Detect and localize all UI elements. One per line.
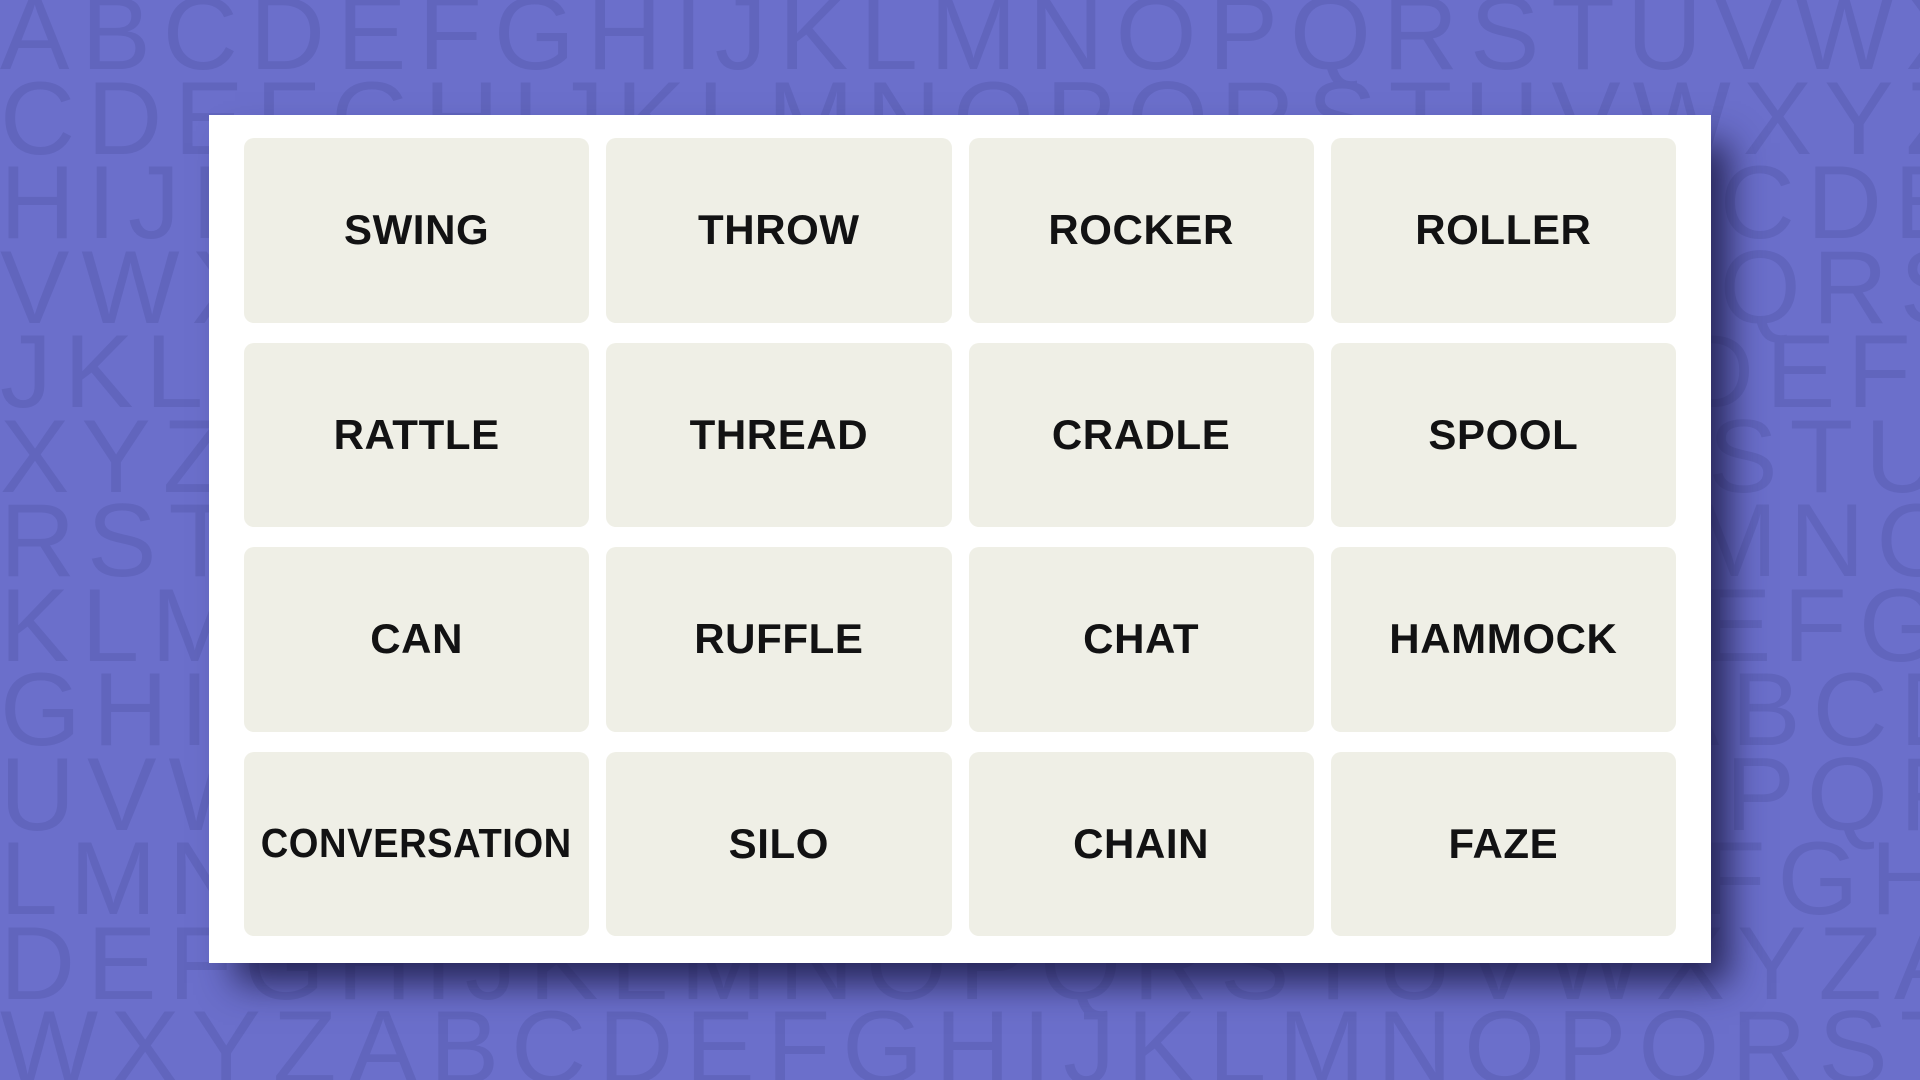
word-tile-grid: SWING THROW ROCKER ROLLER RATTLE THREAD CRADLE… xyxy=(244,138,1676,936)
word-tile[interactable]: SPOOL xyxy=(1330,342,1676,527)
word-tile[interactable]: CAN xyxy=(244,547,590,732)
word-tile[interactable]: SWING xyxy=(244,138,590,323)
word-tile[interactable]: RATTLE xyxy=(244,342,590,527)
word-tile-label: THROW xyxy=(698,206,860,254)
word-tile[interactable]: CRADLE xyxy=(968,342,1314,527)
word-tile-label: HAMMOCK xyxy=(1389,615,1618,663)
word-tile-label: CHAT xyxy=(1083,615,1200,663)
connections-game-screen: ABCDEFGHIJKLMNOPQRSTUVWXYZABCDEFCDEFGHIJ… xyxy=(0,0,1920,1080)
word-tile-label: ROCKER xyxy=(1048,206,1234,254)
word-tile-label: SILO xyxy=(728,819,830,867)
word-tile-label: ROLLER xyxy=(1415,206,1592,254)
word-tile[interactable]: CHAIN xyxy=(968,751,1314,936)
word-tile[interactable]: ROLLER xyxy=(1330,138,1676,323)
wallpaper-letter-row: WXYZABCDEFGHIJKLMNOPQRSTUVWXYZAB xyxy=(0,990,1920,1080)
word-tile-label: THREAD xyxy=(689,410,869,458)
word-tile[interactable]: ROCKER xyxy=(968,138,1314,323)
word-tile[interactable]: FAZE xyxy=(1330,751,1676,936)
word-tile[interactable]: THREAD xyxy=(606,342,952,527)
word-tile-label: FAZE xyxy=(1448,819,1559,867)
word-tile[interactable]: THROW xyxy=(606,138,952,323)
wallpaper-letter-row: ABCDEFGHIJKLMNOPQRSTUVWXYZABCDEF xyxy=(0,0,1920,92)
word-tile-label: RATTLE xyxy=(333,410,500,458)
word-tile[interactable]: HAMMOCK xyxy=(1330,547,1676,732)
word-tile-label: SWING xyxy=(343,206,490,254)
word-tile-label: CHAIN xyxy=(1073,819,1210,867)
word-tile-label: RUFFLE xyxy=(694,615,864,663)
word-tile-label: CONVERSATION xyxy=(261,820,573,867)
puzzle-card: SWING THROW ROCKER ROLLER RATTLE THREAD CRADLE… xyxy=(209,115,1711,963)
word-tile[interactable]: CHAT xyxy=(968,547,1314,732)
word-tile[interactable]: SILO xyxy=(606,751,952,936)
word-tile-label: SPOOL xyxy=(1428,410,1579,458)
word-tile[interactable]: CONVERSATION xyxy=(244,751,590,936)
word-tile-label: CRADLE xyxy=(1051,410,1231,458)
word-tile-label: CAN xyxy=(370,615,464,663)
word-tile[interactable]: RUFFLE xyxy=(606,547,952,732)
